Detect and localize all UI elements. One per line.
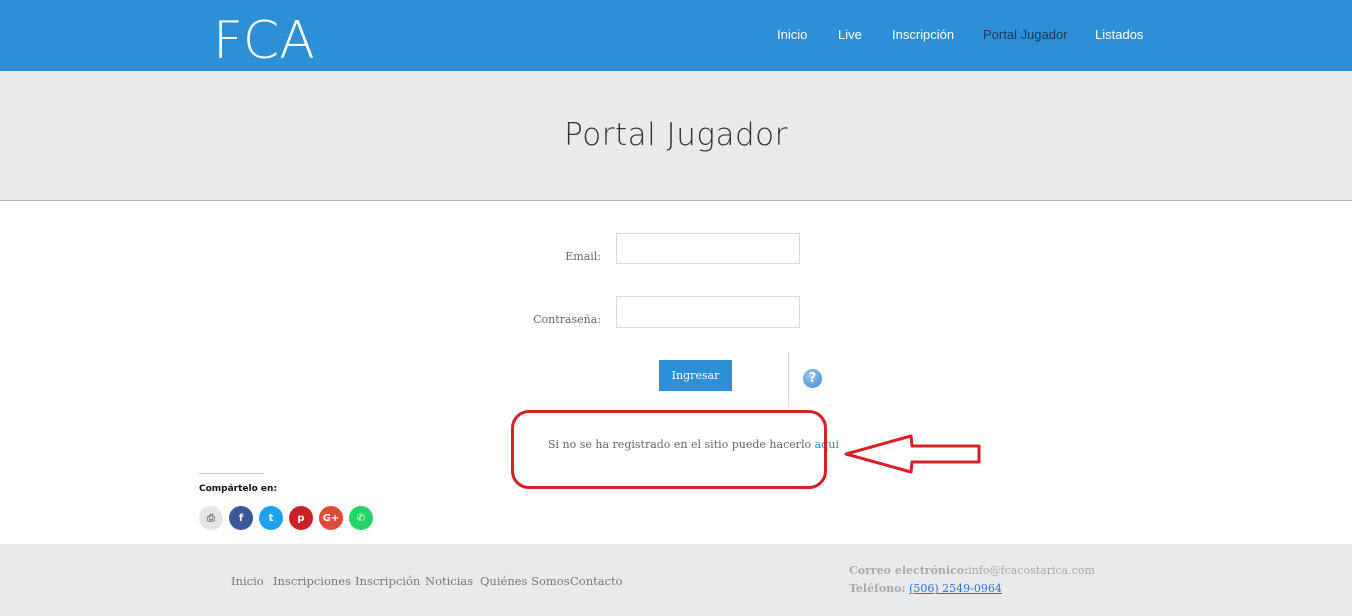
password-label: Contraseña: [533, 313, 601, 326]
footer-phone-link[interactable]: (506) 2549-0964 [909, 582, 1002, 595]
fca-logo[interactable]: FCA [213, 12, 328, 62]
site-header: FCA Inicio Live Inscripción Portal Jugad… [0, 0, 1352, 71]
nav-portal-jugador[interactable]: Portal Jugador [983, 27, 1068, 42]
googleplus-icon[interactable]: G+ [319, 506, 343, 530]
footer-phone-label: Teléfono: [849, 582, 906, 595]
nav-inscripcion[interactable]: Inscripción [892, 27, 954, 42]
svg-text:FCA: FCA [213, 12, 315, 62]
pinterest-icon[interactable]: p [289, 506, 313, 530]
twitter-icon[interactable]: t [259, 506, 283, 530]
site-footer: Inicio Inscripciones Inscripción Noticia… [0, 544, 1352, 616]
footer-nav-inscripciones[interactable]: Inscripciones [273, 574, 351, 588]
footer-nav-inicio[interactable]: Inicio [231, 574, 264, 588]
page-title: Portal Jugador [564, 117, 788, 153]
nav-inicio[interactable]: Inicio [777, 27, 807, 42]
nav-live[interactable]: Live [838, 27, 862, 42]
login-button[interactable]: Ingresar [659, 360, 732, 391]
footer-nav-quienes-somos[interactable]: Quiénes Somos [480, 574, 570, 588]
footer-nav-inscripcion[interactable]: Inscripción [355, 574, 420, 588]
share-label: Compártelo en: [199, 484, 278, 494]
email-field[interactable] [616, 233, 800, 264]
print-icon[interactable]: ⎙ [199, 506, 223, 530]
help-icon[interactable]: ? [803, 369, 822, 388]
email-label: Email: [565, 250, 601, 263]
annotation-arrow-icon [844, 434, 981, 474]
footer-email: Correo electrónico:info@fcacostarica.com [849, 564, 1095, 577]
footer-phone: Teléfono: (506) 2549-0964 [849, 582, 1002, 595]
footer-nav-noticias[interactable]: Noticias [425, 574, 473, 588]
share-divider [199, 473, 264, 474]
footer-email-value[interactable]: info@fcacostarica.com [968, 564, 1095, 577]
footer-nav-contacto[interactable]: Contacto [570, 574, 623, 588]
facebook-icon[interactable]: f [229, 506, 253, 530]
nav-listados[interactable]: Listados [1095, 27, 1143, 42]
footer-email-label: Correo electrónico: [849, 564, 969, 577]
annotation-highlight-box [511, 410, 827, 489]
whatsapp-icon[interactable]: ✆ [349, 506, 373, 530]
password-field[interactable] [616, 296, 800, 328]
page-banner: Portal Jugador [0, 71, 1352, 201]
divider [788, 352, 789, 407]
